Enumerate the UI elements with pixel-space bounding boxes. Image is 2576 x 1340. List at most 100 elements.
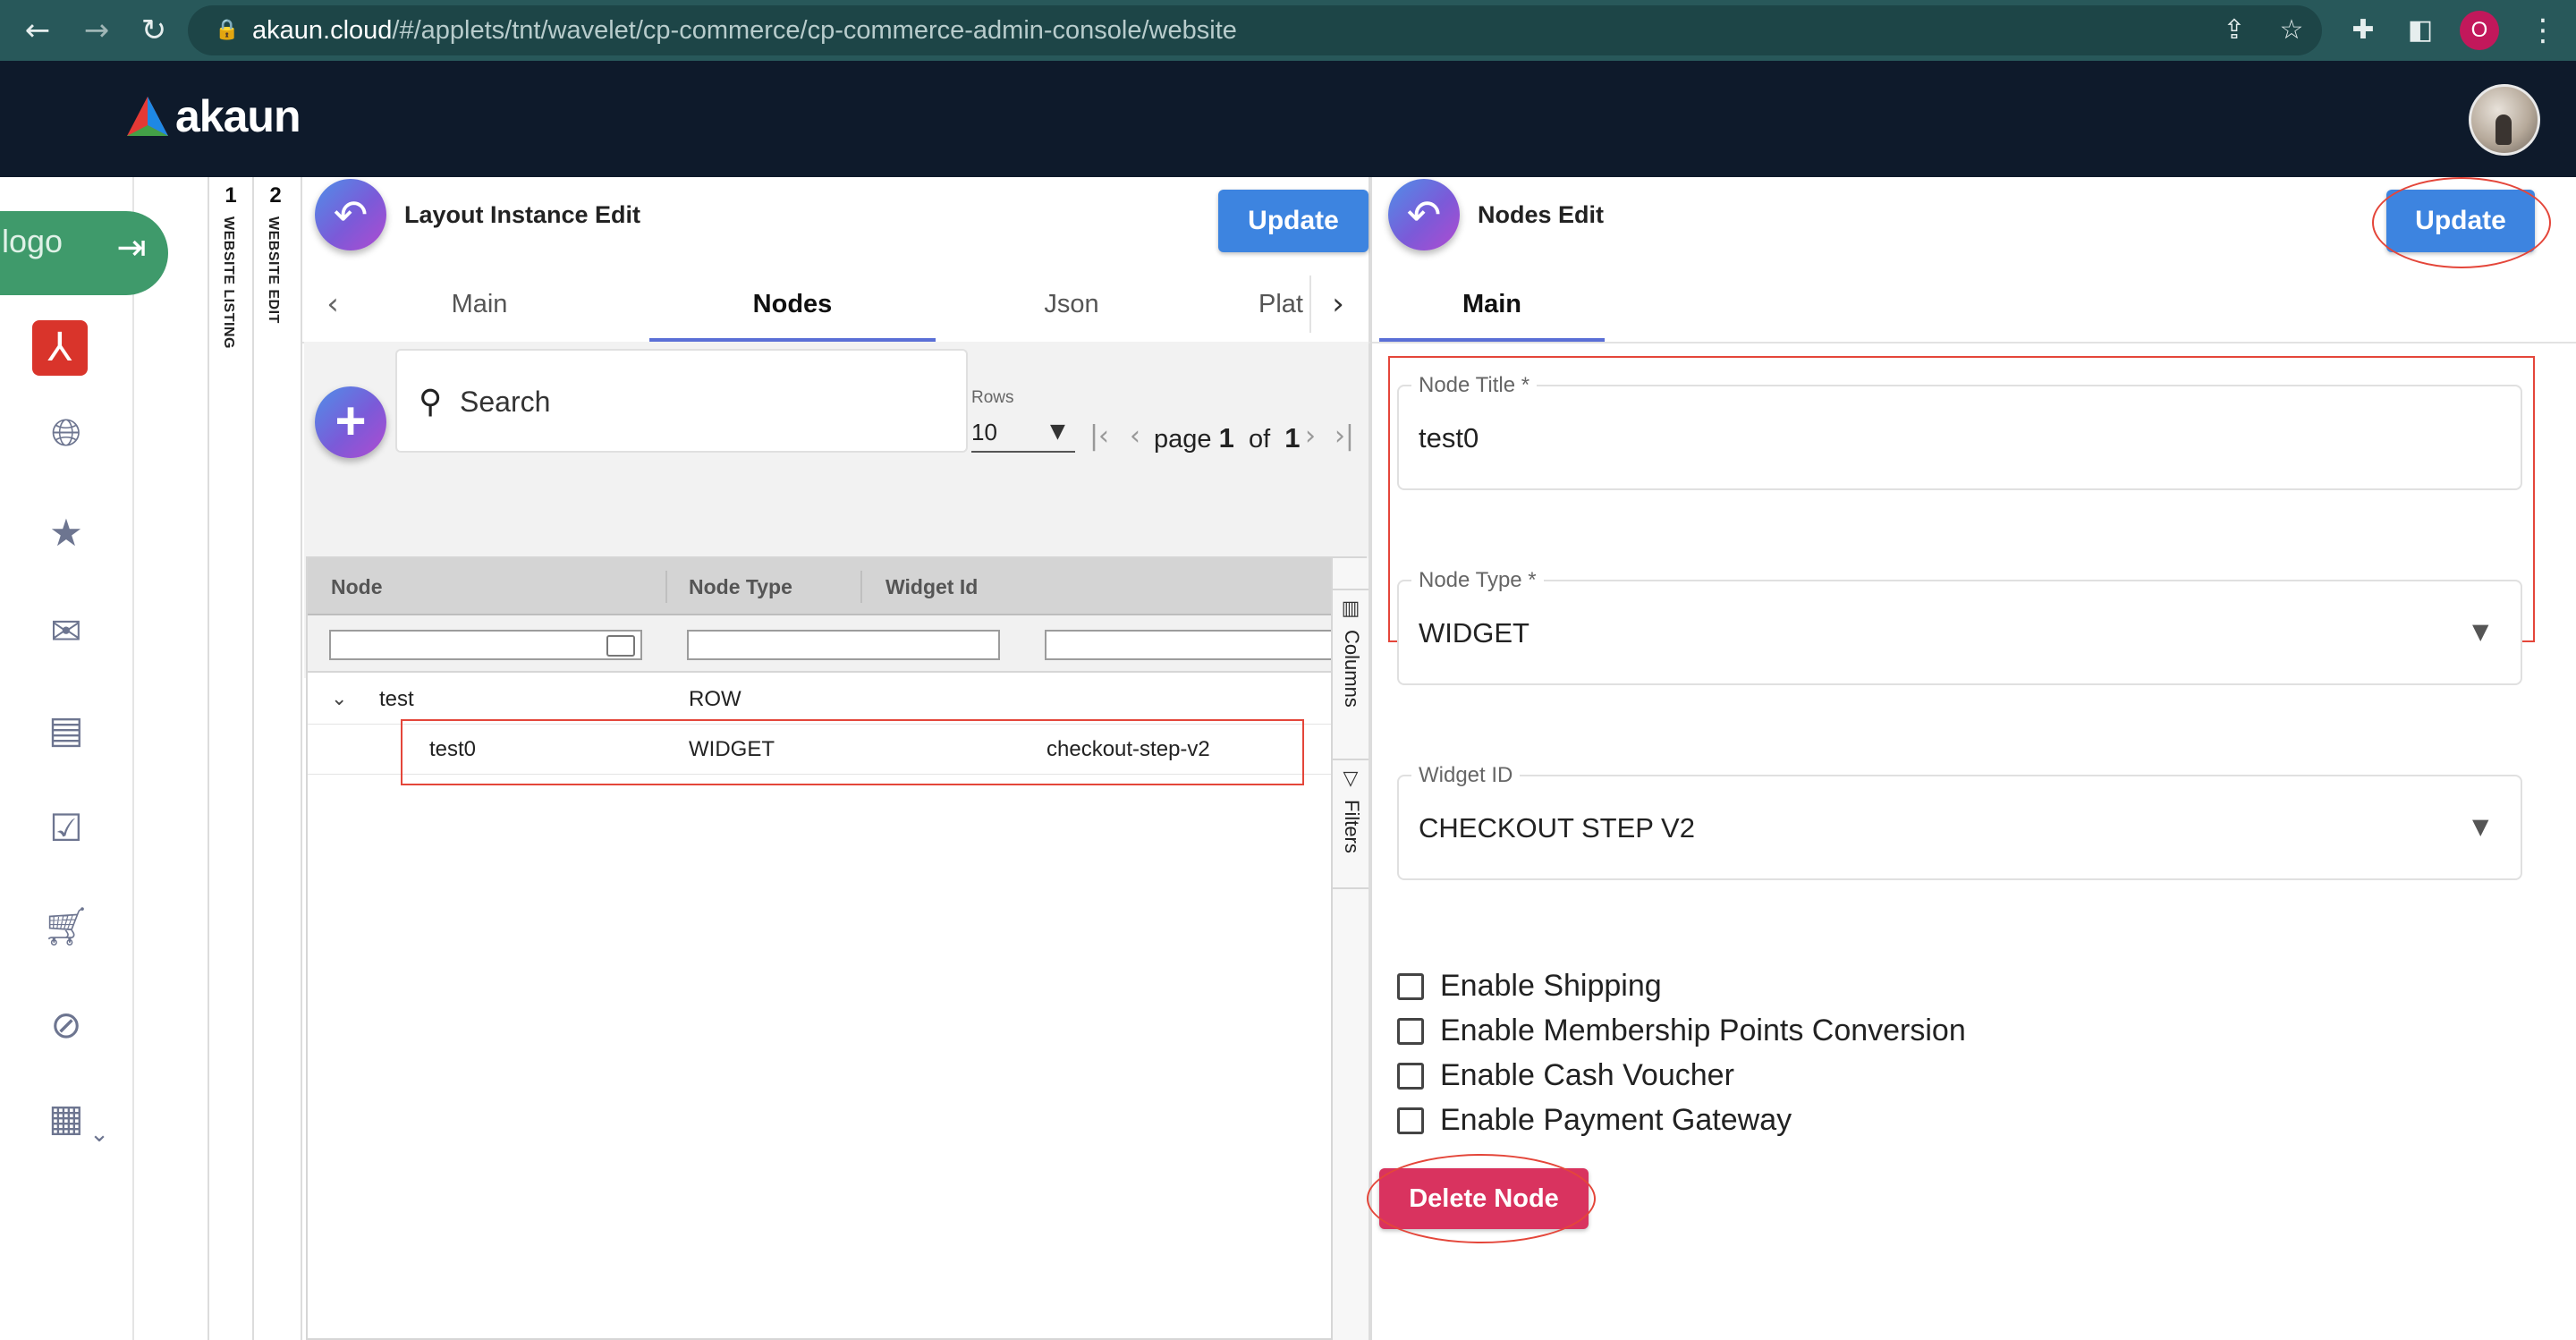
columns-tool[interactable]: ▥ Columns <box>1333 590 1368 760</box>
checkbox-label[interactable]: Enable Cash Voucher <box>1440 1056 1734 1095</box>
nodes-edit-panel: ↶ Nodes Edit Update Main Node Title * te… <box>1367 177 2576 1340</box>
tab-main[interactable]: Main <box>381 267 578 342</box>
column-header-widget-id[interactable]: Widget Id <box>886 558 978 615</box>
dropdown-caret-icon[interactable]: ▼ <box>2472 619 2488 644</box>
columns-icon: ▥ <box>1341 598 1360 620</box>
browser-menu-icon[interactable]: ⋮ <box>2528 11 2558 50</box>
checkbox-label[interactable]: Enable Shipping <box>1440 966 1662 1005</box>
mail-settings-icon[interactable]: ✉ <box>36 605 97 658</box>
rows-value: 10 <box>971 419 997 445</box>
browser-profile-avatar[interactable]: O <box>2460 11 2499 50</box>
chevron-down-icon[interactable]: ⌄ <box>86 1116 113 1152</box>
column-header-node[interactable]: Node <box>331 558 383 615</box>
node-type-select[interactable]: Node Type * WIDGET ▼ <box>1397 567 2522 685</box>
bookmark-star-icon[interactable]: ☆ <box>2274 13 2309 48</box>
search-input[interactable] <box>460 381 943 422</box>
node-filter-input[interactable] <box>329 630 642 660</box>
first-page-icon[interactable]: |‹ <box>1084 419 1114 454</box>
star-icon[interactable]: ★ <box>36 506 97 560</box>
address-bar[interactable]: 🔒 akaun.cloud/#/applets/tnt/wavelet/cp-c… <box>188 5 2322 55</box>
rail-number: 2 <box>269 183 282 208</box>
rail-number: 1 <box>225 183 237 208</box>
search-box[interactable]: ⚲ <box>395 349 968 453</box>
back-button[interactable]: ↶ <box>315 179 386 250</box>
node-type-value[interactable]: WIDGET <box>1419 615 1530 651</box>
columns-tool-label: Columns <box>1341 630 1363 708</box>
lock-icon: 🔒 <box>215 19 240 41</box>
block-icon[interactable]: ⊘ <box>36 998 97 1052</box>
layout-instance-edit-panel: ↶ Layout Instance Edit Update ‹ Main Nod… <box>301 177 1372 1340</box>
widget-id-value[interactable]: CHECKOUT STEP V2 <box>1419 810 1695 846</box>
brand-name[interactable]: akaun <box>175 88 301 145</box>
back-arrow-icon[interactable]: ← <box>20 13 55 48</box>
cell-node: test <box>379 687 414 711</box>
tab-divider <box>1372 342 2576 343</box>
rail-website-edit[interactable]: 2 WEBSITE EDIT <box>252 177 297 1340</box>
column-separator[interactable] <box>665 571 667 603</box>
checkbox-label[interactable]: Enable Membership Points Conversion <box>1440 1011 1966 1050</box>
checkbox[interactable] <box>1397 1018 1424 1045</box>
next-page-icon[interactable]: › <box>1295 419 1326 454</box>
panel-title: Layout Instance Edit <box>404 201 641 228</box>
pager-text: page 1 of 1 <box>1154 422 1301 454</box>
table-row[interactable]: ⌄ test ROW <box>308 674 1331 725</box>
back-button[interactable]: ↶ <box>1388 179 1460 250</box>
checkbox[interactable] <box>1397 1063 1424 1090</box>
column-separator[interactable] <box>860 571 862 603</box>
rows-per-page-select[interactable]: 10 ▼ <box>971 417 1075 453</box>
browser-toolbar: ← → ↻ 🔒 akaun.cloud/#/applets/tnt/wavele… <box>0 0 2576 61</box>
url-text[interactable]: akaun.cloud/#/applets/tnt/wavelet/cp-com… <box>252 15 1237 46</box>
last-page-icon[interactable]: ›| <box>1329 419 1360 454</box>
widget-id-select[interactable]: Widget ID CHECKOUT STEP V2 ▼ <box>1397 762 2522 880</box>
node-title-value[interactable]: test0 <box>1419 420 1479 456</box>
dropdown-caret-icon[interactable]: ▼ <box>2472 814 2488 839</box>
globe-icon[interactable]: 🌐︎ <box>36 406 97 460</box>
rail-website-listing[interactable]: 1 WEBSITE LISTING <box>208 177 252 1340</box>
avatar-figure <box>2496 114 2512 145</box>
cart-icon[interactable]: 🛒︎ <box>36 900 97 954</box>
sidepanel-icon[interactable]: ◧ <box>2402 13 2438 48</box>
extensions-puzzle-icon[interactable]: ✚ <box>2345 13 2381 48</box>
chevron-left-icon[interactable]: ‹ <box>315 277 351 331</box>
checkbox-label[interactable]: Enable Payment Gateway <box>1440 1100 1792 1140</box>
panel-title: Nodes Edit <box>1478 201 1605 228</box>
akaun-logo-icon[interactable] <box>125 95 170 138</box>
chevron-right-icon[interactable]: › <box>1320 277 1356 331</box>
left-sidebar: logo ⇥ ⅄ 🌐︎ ★ ✉ ▤ ☑ 🛒︎ ⊘ ▦ ⌄ <box>0 177 168 1340</box>
prev-page-icon[interactable]: ‹ <box>1120 419 1150 454</box>
widget-id-label: Widget ID <box>1411 762 1521 789</box>
forward-arrow-icon[interactable]: → <box>79 13 114 48</box>
update-button[interactable]: Update <box>1218 190 1368 252</box>
tab-scroll-divider <box>1309 276 1311 333</box>
cell-node-type: ROW <box>689 687 741 711</box>
checklist-icon[interactable]: ☑ <box>36 801 97 855</box>
node-title-label: Node Title * <box>1411 372 1538 399</box>
annotation-highlight-row <box>401 719 1304 785</box>
grid-side-toolbar: ▥ Columns ▽ Filters <box>1331 558 1368 1340</box>
pdf-app-icon[interactable]: ⅄ <box>32 320 88 376</box>
tab-plat[interactable]: Plat <box>1254 267 1308 342</box>
column-header-node-type[interactable]: Node Type <box>689 558 792 615</box>
node-type-filter-input[interactable] <box>687 630 1000 660</box>
annotation-circle-update <box>2372 177 2551 268</box>
checkbox[interactable] <box>1397 1107 1424 1134</box>
reload-icon[interactable]: ↻ <box>136 13 172 48</box>
app-header: akaun <box>0 61 2576 177</box>
share-icon[interactable]: ⇪ <box>2216 13 2252 48</box>
chevron-down-icon[interactable]: ⌄ <box>331 674 347 725</box>
dropdown-caret-icon: ▼ <box>1050 420 1065 443</box>
login-icon[interactable]: ⇥ <box>111 227 152 268</box>
filters-tool[interactable]: ▽ Filters <box>1333 760 1368 889</box>
checkbox[interactable] <box>1397 973 1424 1000</box>
filter-card-icon <box>606 635 635 657</box>
tab-main[interactable]: Main <box>1379 267 1605 342</box>
filters-tool-label: Filters <box>1341 800 1363 853</box>
rows-label: Rows <box>971 388 1014 407</box>
widget-id-filter-input[interactable] <box>1045 630 1331 660</box>
annotation-circle-delete <box>1367 1154 1596 1243</box>
document-icon[interactable]: ▤ <box>36 703 97 757</box>
add-node-button[interactable]: + <box>315 386 386 458</box>
tab-json[interactable]: Json <box>964 267 1179 342</box>
node-title-field[interactable]: Node Title * test0 <box>1397 372 2522 490</box>
tab-nodes[interactable]: Nodes <box>649 267 936 342</box>
